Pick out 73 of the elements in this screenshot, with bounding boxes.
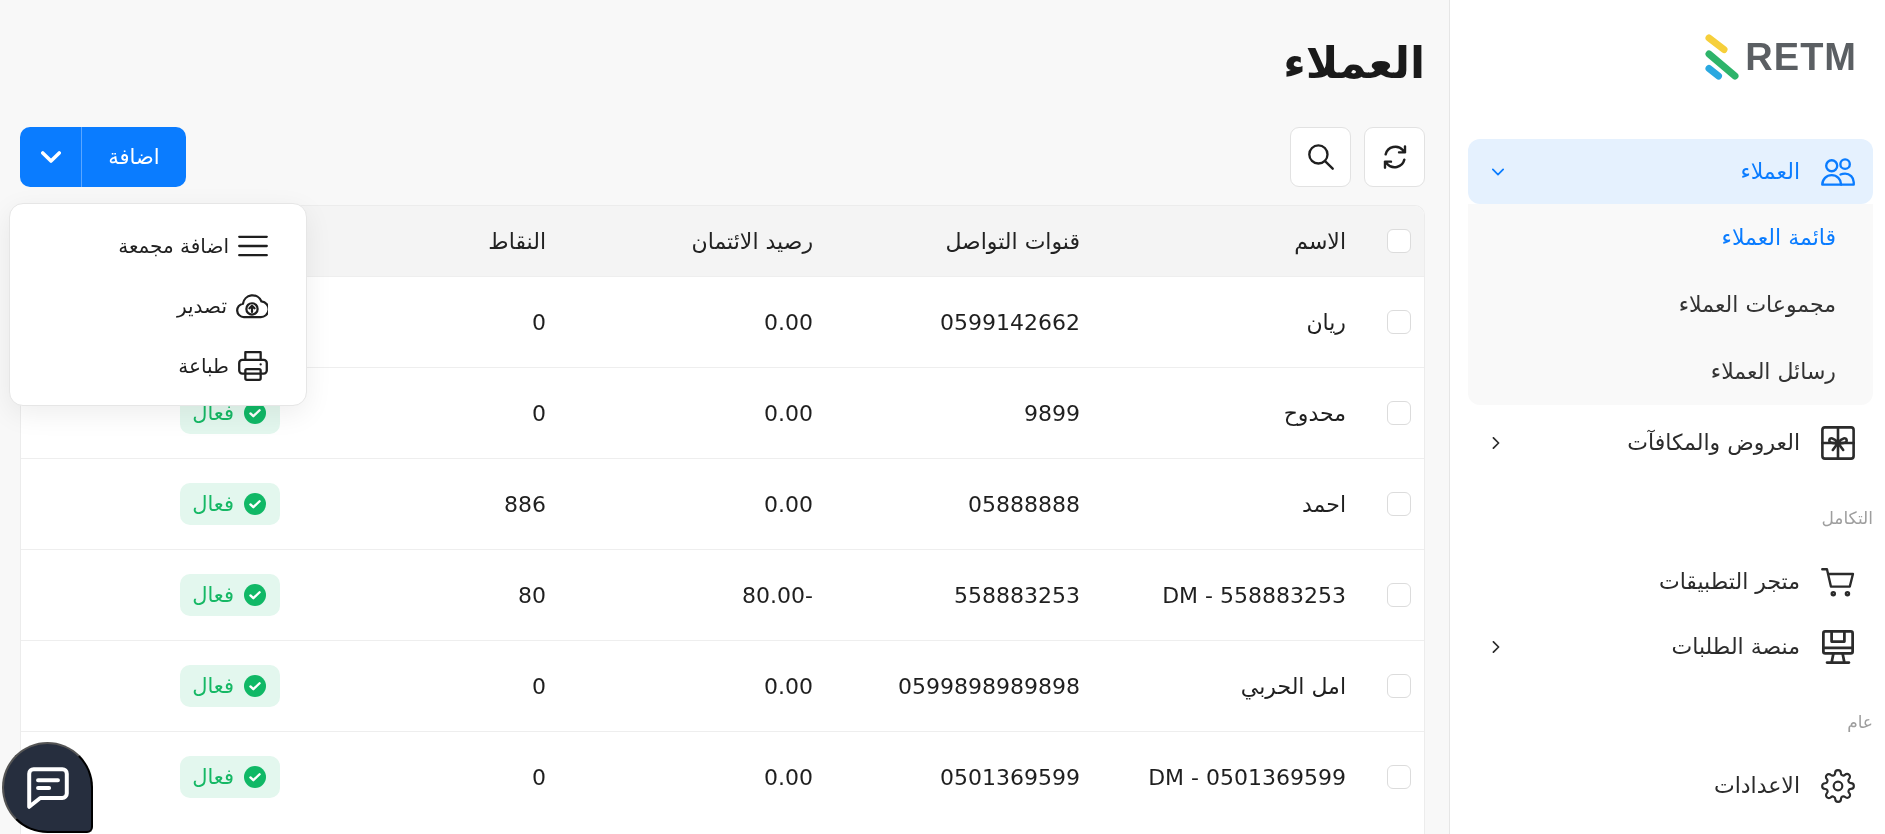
checkbox[interactable] (1387, 401, 1411, 425)
table-cell: 0.00 (764, 491, 813, 517)
status-label: فعال (192, 765, 234, 789)
nav-item[interactable]: العروض والمكافآت (1468, 410, 1873, 475)
menu-item[interactable]: اضافة مجمعة (10, 216, 306, 276)
table-cell: 0501369599 (940, 764, 1080, 790)
refresh-icon (1382, 145, 1407, 169)
table-cell: DM - 0501369599 (1148, 764, 1346, 790)
check-circle-icon (244, 493, 266, 515)
search-button[interactable] (1290, 127, 1351, 187)
status-label: فعال (192, 492, 234, 516)
checkbox[interactable] (1387, 765, 1411, 789)
checkbox[interactable] (1387, 674, 1411, 698)
check-circle-icon (244, 675, 266, 697)
table-cell: 0 (532, 309, 546, 335)
settings-icon (1821, 768, 1855, 803)
table-cell: 80.00- (742, 582, 813, 608)
cloud-upload-icon (236, 292, 268, 320)
table-cell: 9899 (1024, 400, 1080, 426)
nav-item[interactable]: منصة الطلبات (1468, 614, 1873, 679)
nav-item[interactable]: متجر التطبيقات (1468, 549, 1873, 614)
status-label: فعال (192, 401, 234, 425)
chat-icon (26, 766, 69, 809)
submenu-item[interactable]: مجموعات العملاء (1468, 271, 1873, 338)
section-label: عام (1847, 712, 1873, 732)
submenu-item[interactable]: رسائل العملاء (1468, 338, 1873, 405)
table-cell: 0 (532, 764, 546, 790)
monitor-icon (1821, 629, 1855, 664)
dropdown-button[interactable] (20, 127, 81, 187)
table-cell: DM - 558883253 (1162, 582, 1346, 608)
checkbox[interactable] (1387, 583, 1411, 607)
column-header[interactable]: قنوات التواصل (945, 228, 1080, 254)
submenu-item[interactable]: قائمة العملاء (1468, 204, 1873, 271)
table-cell: 0 (532, 400, 546, 426)
column-header[interactable]: رصيد الائتمان (691, 228, 813, 254)
caret-down-icon (40, 151, 61, 163)
table-cell: 05888888 (968, 491, 1080, 517)
checkbox[interactable] (1387, 310, 1411, 334)
checkbox[interactable] (1387, 492, 1411, 516)
check-circle-icon (244, 584, 266, 606)
table-cell: ريان (1306, 309, 1346, 335)
logo-icon (1705, 34, 1740, 80)
table-cell: 0.00 (764, 673, 813, 699)
column-header[interactable]: الاسم (1294, 228, 1346, 254)
table-cell: 0599898989898 (898, 673, 1080, 699)
gift-icon (1821, 425, 1855, 460)
menu-item[interactable]: طباعة (10, 336, 306, 396)
table-cell: 886 (504, 491, 546, 517)
printer-icon (238, 350, 268, 382)
page-title: العملاء (1282, 36, 1425, 90)
table-cell: 80 (518, 582, 546, 608)
nav-item[interactable]: الاعدادات (1468, 753, 1873, 818)
add-button[interactable]: اضافة (81, 127, 186, 187)
refresh-button[interactable] (1364, 127, 1425, 187)
table-cell: 0.00 (764, 400, 813, 426)
check-circle-icon (244, 766, 266, 788)
search-icon (1307, 144, 1334, 170)
table-cell: 0.00 (764, 309, 813, 335)
logo-text: RETM (1745, 35, 1857, 80)
table-cell: 558883253 (954, 582, 1080, 608)
table-cell: احمد (1302, 491, 1346, 517)
table-cell: 0.00 (764, 764, 813, 790)
section-label: التكامل (1821, 508, 1873, 528)
column-header[interactable]: النقاط (488, 228, 546, 254)
table-cell: محدوح (1283, 400, 1346, 426)
checkbox[interactable] (1387, 229, 1411, 253)
lines-icon (238, 235, 268, 257)
table-cell: 0 (532, 673, 546, 699)
table-cell: 0599142662 (940, 309, 1080, 335)
menu-item[interactable]: تصدير (10, 276, 306, 336)
table-cell: امل الحربي (1240, 673, 1346, 699)
status-label: فعال (192, 583, 234, 607)
status-label: فعال (192, 674, 234, 698)
